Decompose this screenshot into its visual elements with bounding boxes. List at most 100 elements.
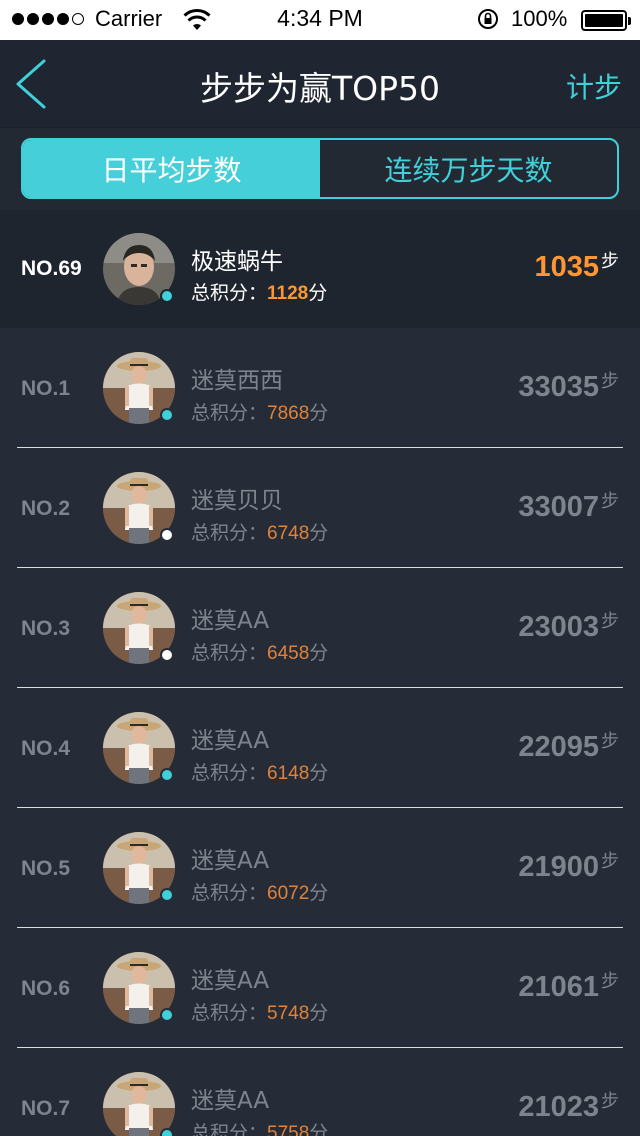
score-line: 总积分：1128分	[191, 278, 327, 305]
score-label: 总积分：	[191, 642, 268, 664]
list-item[interactable]: NO.3 迷莫AA 总积分：6458分 23003 步	[0, 568, 640, 688]
avatar[interactable]	[103, 712, 175, 784]
step-count: 21023	[518, 1091, 599, 1123]
step-unit: 步	[601, 851, 619, 872]
step-count: 33035	[518, 371, 599, 403]
page-title: 步步为赢TOP50	[199, 69, 441, 108]
online-status-indicator	[160, 408, 174, 422]
score-label: 总积分：	[191, 1002, 268, 1024]
step-unit: 步	[601, 971, 619, 992]
rank-label: NO.69	[21, 257, 82, 280]
list-item[interactable]: NO.4 迷莫AA 总积分：6148分 22095 步	[0, 688, 640, 808]
user-name: 迷莫AA	[191, 1088, 270, 1114]
avatar[interactable]	[103, 233, 175, 305]
score-unit: 分	[309, 1002, 329, 1024]
list-item[interactable]: NO.1 迷莫西西 总积分：7868分 33035 步	[0, 328, 640, 448]
score-value: 6148	[267, 763, 310, 784]
user-name: 迷莫AA	[191, 848, 270, 874]
user-name: 迷莫AA	[191, 728, 270, 754]
score-unit: 分	[309, 882, 329, 904]
avatar-image	[103, 1072, 175, 1136]
score-line: 总积分：5758分	[191, 1118, 328, 1136]
score-label: 总积分：	[191, 282, 268, 304]
score-value: 5758	[267, 1123, 310, 1136]
ranking-list: NO.1 迷莫西西 总积分：7868分 33035 步 NO.2 迷莫贝贝 总积…	[0, 328, 640, 1136]
step-unit: 步	[601, 731, 619, 752]
online-status-indicator	[160, 888, 174, 902]
avatar[interactable]	[103, 352, 175, 424]
list-item[interactable]: NO.5 迷莫AA 总积分：6072分 21900 步	[0, 808, 640, 928]
score-unit: 分	[309, 642, 329, 664]
score-unit: 分	[309, 522, 329, 544]
step-count: 21061	[518, 971, 599, 1003]
user-name: 迷莫贝贝	[191, 488, 283, 514]
score-value: 6458	[267, 643, 310, 664]
score-unit: 分	[309, 762, 329, 784]
score-value: 6748	[267, 523, 310, 544]
step-unit: 步	[601, 491, 619, 512]
score-line: 总积分：6748分	[191, 518, 328, 545]
score-label: 总积分：	[191, 1122, 268, 1136]
score-line: 总积分：6458分	[191, 638, 328, 665]
score-label: 总积分：	[191, 882, 268, 904]
status-bar: Carrier 4:34 PM 100%	[0, 0, 640, 40]
segmented-control: 日平均步数 连续万步天数	[21, 138, 619, 199]
avatar[interactable]	[103, 1072, 175, 1136]
score-label: 总积分：	[191, 402, 268, 424]
online-status-indicator	[160, 289, 174, 303]
score-line: 总积分：6072分	[191, 878, 328, 905]
step-count: 22095	[518, 731, 599, 763]
list-item[interactable]: NO.7 迷莫AA 总积分：5758分 21023 步	[0, 1048, 640, 1136]
score-line: 总积分：6148分	[191, 758, 328, 785]
avatar[interactable]	[103, 832, 175, 904]
step-count: 33007	[518, 491, 599, 523]
tab-daily-average-steps[interactable]: 日平均步数	[23, 140, 320, 197]
online-status-indicator	[160, 648, 174, 662]
step-count-button[interactable]: 计步	[566, 66, 622, 106]
score-value: 7868	[267, 403, 310, 424]
user-name: 迷莫AA	[191, 968, 270, 994]
rank-label: NO.4	[21, 737, 71, 760]
score-label: 总积分：	[191, 522, 268, 544]
score-label: 总积分：	[191, 762, 268, 784]
online-status-indicator	[160, 1128, 174, 1136]
online-status-indicator	[160, 528, 174, 542]
tab-consecutive-10k-days[interactable]: 连续万步天数	[320, 140, 617, 197]
step-unit: 步	[601, 1091, 619, 1112]
score-value: 1128	[267, 283, 309, 304]
user-name: 迷莫AA	[191, 608, 270, 634]
battery-icon	[581, 10, 631, 31]
score-value: 5748	[267, 1003, 310, 1024]
step-unit: 步	[601, 371, 619, 392]
step-count: 1035	[534, 251, 599, 283]
rank-label: NO.6	[21, 977, 71, 1000]
step-count: 21900	[518, 851, 599, 883]
score-unit: 分	[309, 1122, 329, 1136]
navigation-bar: 步步为赢TOP50 计步	[0, 40, 640, 128]
battery-percent: 100%	[511, 6, 568, 31]
step-unit: 步	[601, 251, 619, 272]
screen: Carrier 4:34 PM 100% 步步为赢TOP50 计步 日平均步数 …	[0, 0, 640, 1136]
online-status-indicator	[160, 1008, 174, 1022]
user-name: 迷莫西西	[191, 368, 283, 394]
rank-label: NO.1	[21, 377, 71, 400]
score-unit: 分	[309, 402, 329, 424]
rank-label: NO.3	[21, 617, 71, 640]
score-value: 6072	[267, 883, 310, 904]
list-item[interactable]: NO.2 迷莫贝贝 总积分：6748分 33007 步	[0, 448, 640, 568]
rank-label: NO.7	[21, 1097, 71, 1120]
avatar[interactable]	[103, 472, 175, 544]
list-item[interactable]: NO.6 迷莫AA 总积分：5748分 21061 步	[0, 928, 640, 1048]
rank-label: NO.2	[21, 497, 71, 520]
avatar[interactable]	[103, 592, 175, 664]
my-ranking-row[interactable]: NO.69 极速蜗牛 总积分：1128分 1035 步	[0, 210, 640, 328]
score-line: 总积分：5748分	[191, 998, 328, 1025]
step-unit: 步	[601, 611, 619, 632]
avatar[interactable]	[103, 952, 175, 1024]
score-unit: 分	[308, 282, 328, 304]
online-status-indicator	[160, 768, 174, 782]
rank-label: NO.5	[21, 857, 71, 880]
score-line: 总积分：7868分	[191, 398, 328, 425]
user-name: 极速蜗牛	[191, 249, 283, 275]
rotation-lock-icon	[478, 9, 498, 29]
